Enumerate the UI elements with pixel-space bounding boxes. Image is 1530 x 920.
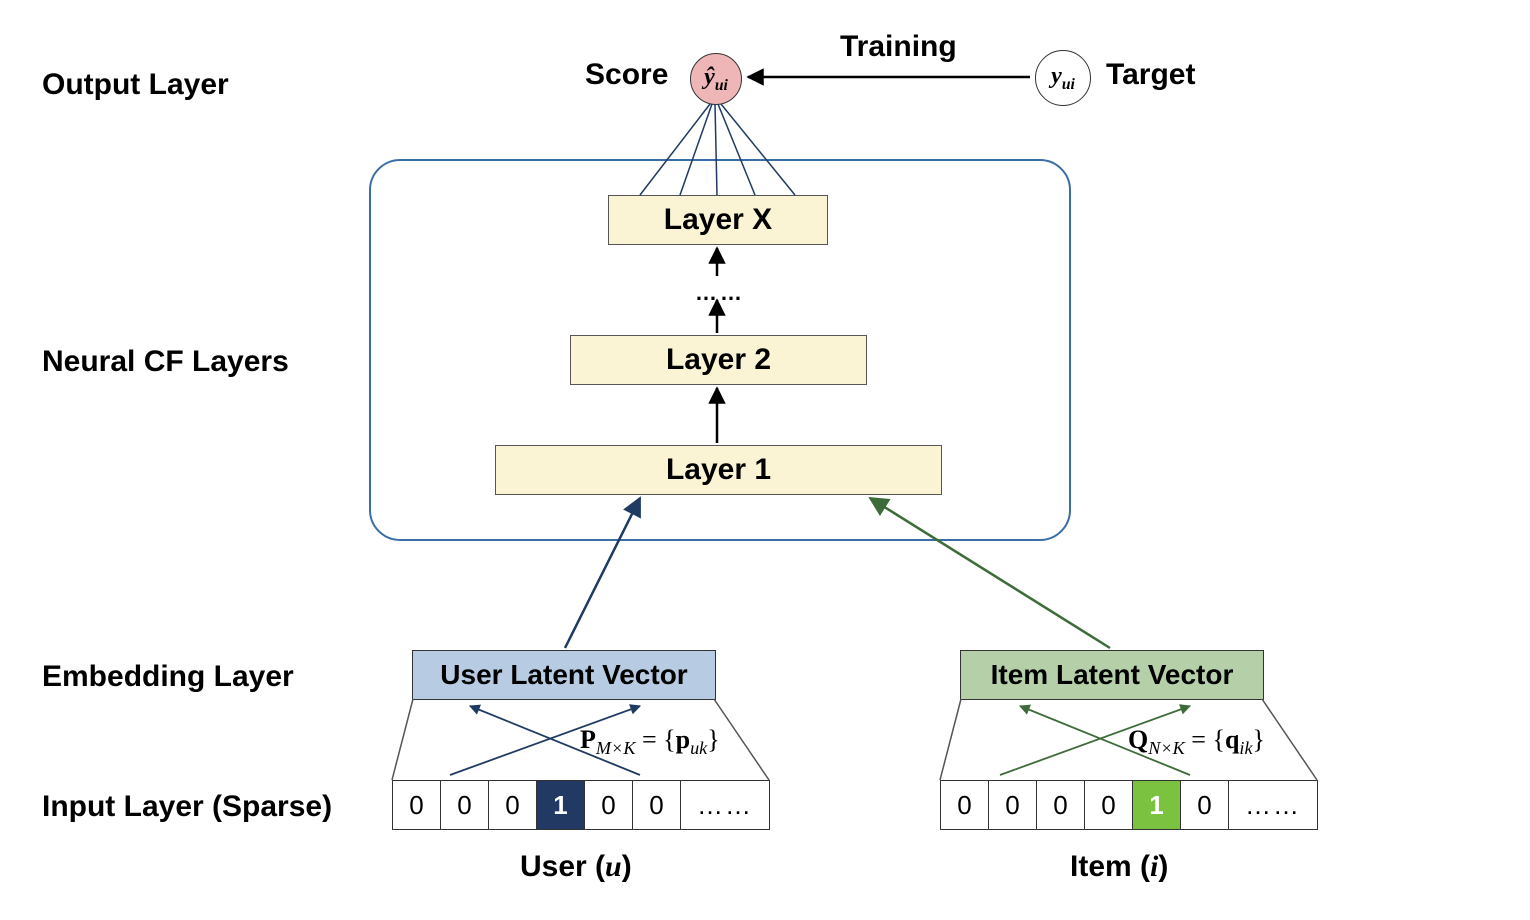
user-onehot-cell-0: 0 <box>393 781 441 829</box>
item-onehot-cell-4: 1 <box>1133 781 1181 829</box>
item-onehot-cell-3: 0 <box>1085 781 1133 829</box>
label-input-layer: Input Layer (Sparse) <box>42 790 332 824</box>
label-neural-cf-layers: Neural CF Layers <box>42 345 289 379</box>
target-node: yui <box>1035 50 1091 106</box>
item-caption: Item (i) <box>1070 850 1168 884</box>
fan-line-5 <box>721 104 795 195</box>
neural-layer-1: Layer 1 <box>495 445 942 495</box>
user-onehot-cell-3: 1 <box>537 781 585 829</box>
user-onehot-row: 000100…… <box>392 780 770 830</box>
fan-line-3 <box>715 104 717 195</box>
trap-user-right <box>714 699 769 780</box>
label-output-layer: Output Layer <box>42 68 229 102</box>
user-onehot-cell-2: 0 <box>489 781 537 829</box>
item-onehot-cell-6: …… <box>1229 781 1317 829</box>
item-onehot-cell-1: 0 <box>989 781 1037 829</box>
item-onehot-cell-5: 0 <box>1181 781 1229 829</box>
score-label: Score <box>585 58 668 92</box>
diagram-canvas: Output Layer Neural CF Layers Embedding … <box>0 0 1530 920</box>
score-symbol: ŷui <box>704 64 728 95</box>
score-node: ŷui <box>690 53 742 105</box>
neural-layer-2: Layer 2 <box>570 335 867 385</box>
arrow-itemlatent-to-layer1 <box>870 498 1110 648</box>
user-onehot-cell-6: …… <box>681 781 769 829</box>
item-latent-vector-box: Item Latent Vector <box>960 650 1264 700</box>
fan-line-2 <box>680 104 712 195</box>
user-latent-vector-box: User Latent Vector <box>412 650 716 700</box>
formula-Q: QN×K = {qik} <box>1128 725 1265 759</box>
neural-layer-x: Layer X <box>608 195 828 245</box>
target-symbol: yui <box>1051 63 1075 94</box>
trap-item-left <box>940 699 961 780</box>
training-label: Training <box>840 30 957 64</box>
target-label: Target <box>1106 58 1195 92</box>
item-onehot-cell-2: 0 <box>1037 781 1085 829</box>
item-onehot-cell-0: 0 <box>941 781 989 829</box>
arrow-userlatent-to-layer1 <box>565 498 640 648</box>
neural-layers-ellipsis: …… <box>695 280 745 306</box>
label-embedding-layer: Embedding Layer <box>42 660 294 694</box>
trap-item-right <box>1262 699 1317 780</box>
formula-P: PM×K = {puk} <box>580 725 720 759</box>
user-onehot-cell-5: 0 <box>633 781 681 829</box>
user-caption: User (u) <box>520 850 632 884</box>
fan-line-4 <box>718 104 755 195</box>
item-onehot-row: 000010…… <box>940 780 1318 830</box>
user-onehot-cell-1: 0 <box>441 781 489 829</box>
trap-user-left <box>392 699 413 780</box>
fan-line-1 <box>640 104 710 195</box>
user-onehot-cell-4: 0 <box>585 781 633 829</box>
